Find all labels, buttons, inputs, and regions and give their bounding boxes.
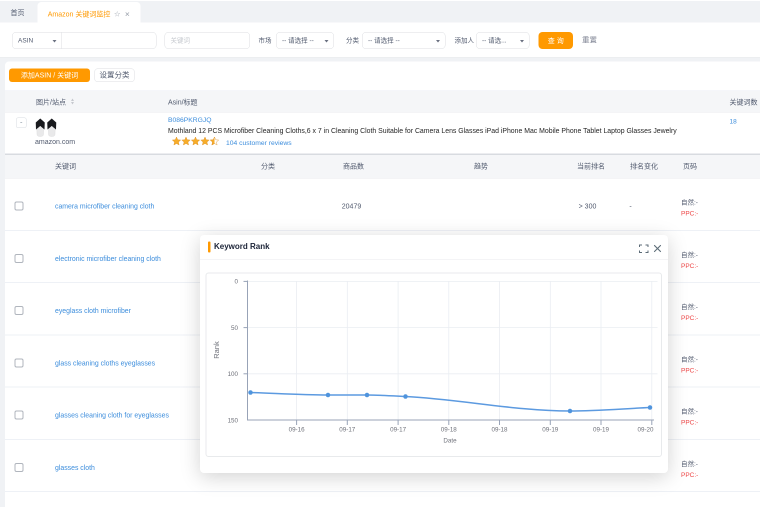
svg-text:09-19: 09-19 xyxy=(542,427,559,434)
svg-text:09-17: 09-17 xyxy=(339,427,356,434)
svg-text:09-19: 09-19 xyxy=(593,427,610,434)
svg-text:09-17: 09-17 xyxy=(390,427,407,434)
svg-text:50: 50 xyxy=(231,325,238,332)
svg-text:09-20: 09-20 xyxy=(638,427,655,434)
svg-text:09-16: 09-16 xyxy=(289,427,306,434)
svg-text:150: 150 xyxy=(228,417,239,424)
svg-text:Rank: Rank xyxy=(212,341,221,359)
svg-text:0: 0 xyxy=(235,279,239,286)
svg-text:Date: Date xyxy=(443,438,457,445)
svg-text:09-18: 09-18 xyxy=(441,427,458,434)
svg-text:100: 100 xyxy=(228,371,239,378)
svg-text:09-18: 09-18 xyxy=(492,427,509,434)
